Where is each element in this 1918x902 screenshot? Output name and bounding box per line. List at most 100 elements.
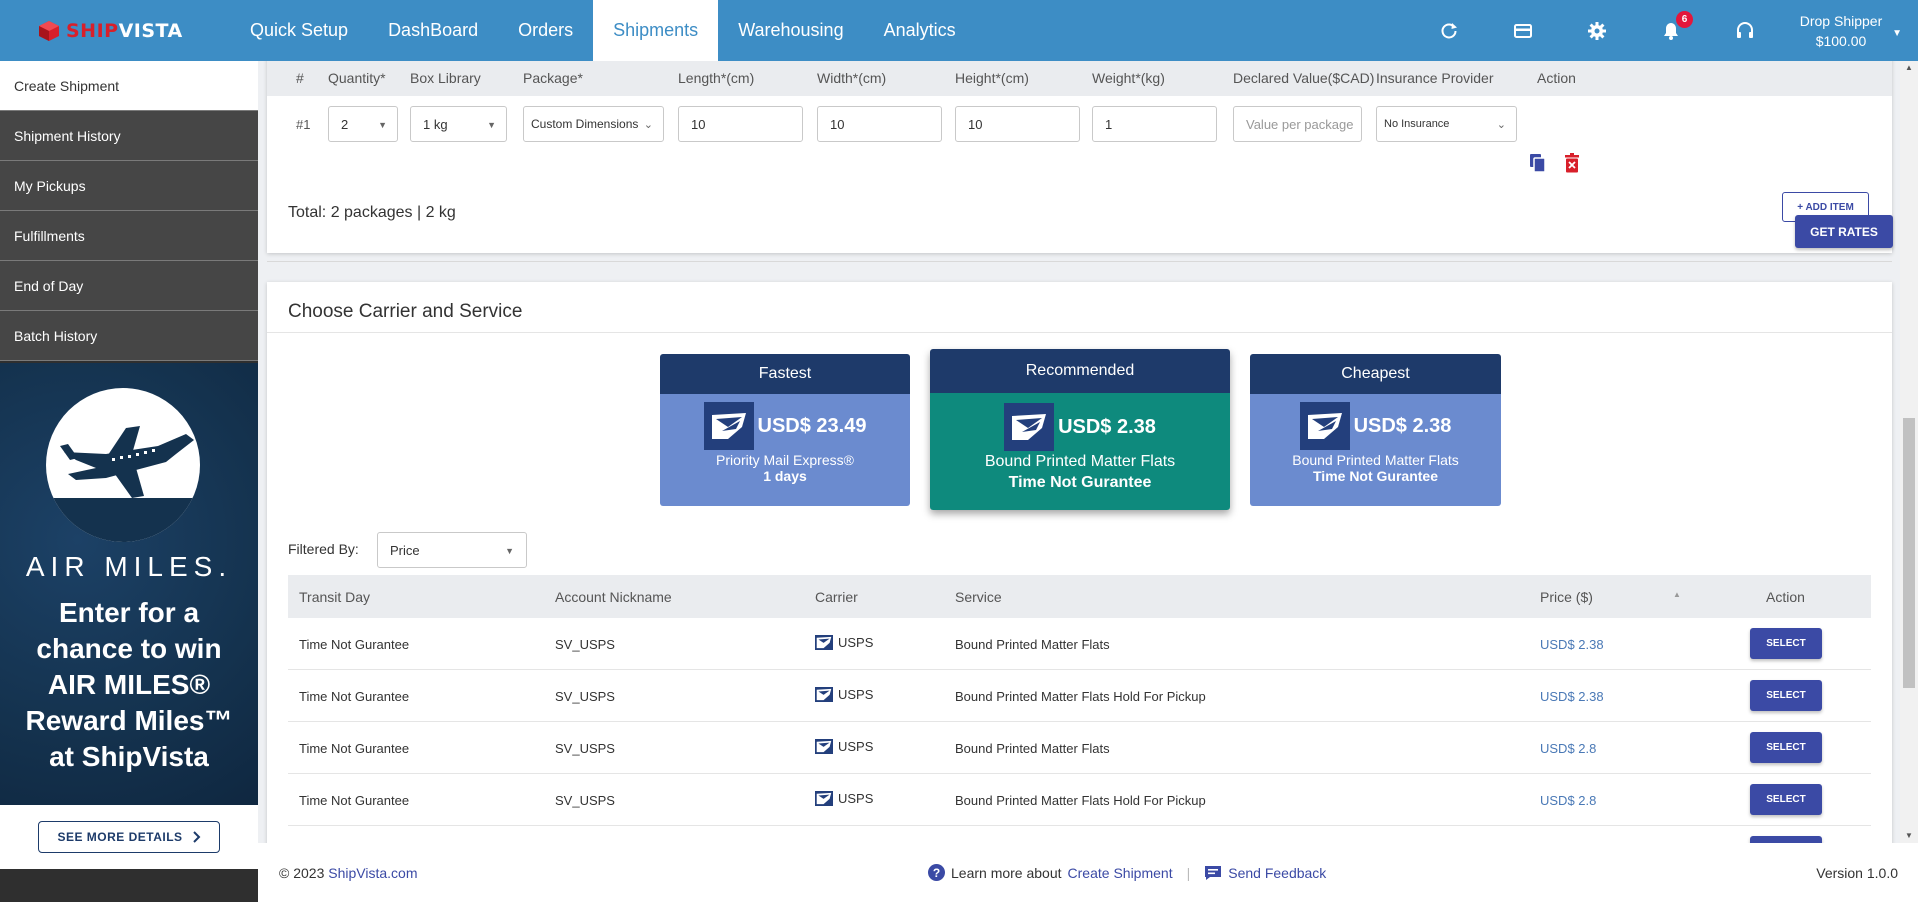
declared-value-input[interactable]: Value per package <box>1233 106 1362 142</box>
sort-asc-icon[interactable]: ▲ <box>1673 590 1681 599</box>
refresh-icon[interactable] <box>1412 0 1486 61</box>
nav-warehousing[interactable]: Warehousing <box>718 0 863 61</box>
shipvista-logo[interactable]: SHIPVISTA <box>0 0 230 61</box>
rates-table-header: Transit Day Account Nickname Carrier Ser… <box>288 575 1871 618</box>
box-library-select[interactable]: 1 kg ▼ <box>410 106 507 142</box>
sidebar-item-batch-history[interactable]: Batch History <box>0 311 258 361</box>
scroll-up-arrow-icon[interactable]: ▲ <box>1905 63 1913 72</box>
rate-row: Time Not Gurantee SV_USPS USPS Bound Printe… <box>288 722 1871 774</box>
usps-logo-icon <box>815 635 833 650</box>
service-name: Bound Printed Matter Flats Hold For Pick… <box>955 793 1206 808</box>
nav-shipments[interactable]: Shipments <box>593 0 719 61</box>
card-icon[interactable] <box>1486 0 1560 61</box>
air-miles-promo-banner[interactable]: AIR MILES. Enter for a chance to win AIR… <box>0 363 258 805</box>
airplane-illustration <box>46 388 200 542</box>
rate-price: USD$ 2.38 <box>1540 637 1604 652</box>
usps-logo-icon <box>815 739 833 754</box>
pick-transit-time: Time Not Gurantee <box>1313 468 1438 484</box>
carrier-cell: USPS <box>815 635 873 650</box>
gear-icon[interactable] <box>1560 0 1634 61</box>
chevron-down-icon: ⌄ <box>643 119 653 131</box>
scroll-down-arrow-icon[interactable]: ▼ <box>1905 831 1913 840</box>
length-input[interactable]: 10 <box>678 106 803 142</box>
carrier-cell: USPS <box>815 791 873 806</box>
height-input[interactable]: 10 <box>955 106 1080 142</box>
usps-logo-icon <box>815 791 833 806</box>
account-name: Drop Shipper <box>1799 12 1883 29</box>
account-menu[interactable]: Drop Shipper $100.00 ▼ <box>1782 11 1918 51</box>
copy-icon[interactable] <box>1527 152 1549 174</box>
footer-help: ? Learn more about Create Shipment | Sen… <box>928 864 1326 881</box>
send-feedback-link[interactable]: Send Feedback <box>1228 865 1326 881</box>
quantity-select[interactable]: 2 ▼ <box>328 106 398 142</box>
account-nickname: SV_USPS <box>555 637 615 652</box>
package-table-header: # Quantity* Box Library Package* Length*… <box>267 61 1892 96</box>
filter-select[interactable]: Price ▼ <box>377 532 527 568</box>
account-nickname: SV_USPS <box>555 741 615 756</box>
sidebar-item-shipment-history[interactable]: Shipment History <box>0 111 258 161</box>
width-input[interactable]: 10 <box>817 106 942 142</box>
sidebar-item-create-shipment[interactable]: Create Shipment <box>0 61 258 111</box>
pick-price: USD$ 2.38 <box>1353 414 1452 437</box>
usps-logo-icon <box>1004 403 1055 451</box>
transit-day: Time Not Gurantee <box>299 793 410 808</box>
account-balance: $100.00 <box>1815 32 1867 49</box>
select-rate-button[interactable]: SELECT <box>1750 784 1822 815</box>
recommended-option-card[interactable]: Recommended USD$ 2.38 Bound Printed Matt… <box>930 349 1230 510</box>
package-total: Total: 2 packages | 2 kg <box>288 204 456 221</box>
sidebar-item-my-pickups[interactable]: My Pickups <box>0 161 258 211</box>
create-shipment-help-link[interactable]: Create Shipment <box>1068 865 1173 881</box>
transit-day: Time Not Gurantee <box>299 689 410 704</box>
select-rate-button[interactable]: SELECT <box>1750 628 1822 659</box>
page-scrollbar[interactable]: ▲ ▼ <box>1900 61 1918 843</box>
service-name: Bound Printed Matter Flats <box>955 637 1110 652</box>
fastest-option-card[interactable]: Fastest USD$ 23.49 Priority Mail Express… <box>660 354 910 506</box>
headset-icon[interactable] <box>1708 0 1782 61</box>
nav-dashboard[interactable]: DashBoard <box>368 0 498 61</box>
chevron-down-icon: ⌄ <box>1496 119 1506 131</box>
section-divider <box>267 261 1892 262</box>
page-footer: © 2023 ShipVista.com ? Learn more about … <box>258 843 1918 902</box>
package-details-card: # Quantity* Box Library Package* Length*… <box>267 61 1892 253</box>
rate-row: Time Not GuranteeSV_USPSUSPSSELECT <box>288 826 1871 843</box>
cheapest-option-card[interactable]: Cheapest USD$ 2.38 Bound Printed Matter … <box>1250 354 1501 506</box>
usps-logo-icon <box>703 402 754 450</box>
scrollbar-thumb[interactable] <box>1903 418 1915 688</box>
carrier-cell: USPS <box>815 739 873 754</box>
get-rates-button[interactable]: GET RATES <box>1795 215 1893 248</box>
nav-analytics[interactable]: Analytics <box>864 0 976 61</box>
sidebar-item-end-of-day[interactable]: End of Day <box>0 261 258 311</box>
transit-day: Time Not Gurantee <box>299 741 410 756</box>
see-more-details-button[interactable]: SEE MORE DETAILS <box>38 821 220 853</box>
bell-icon[interactable]: 6 <box>1634 0 1708 61</box>
rate-price: USD$ 2.8 <box>1540 793 1597 808</box>
logo-cube-icon <box>39 20 59 41</box>
sidebar: Create Shipment Shipment History My Pick… <box>0 61 258 902</box>
filter-label: Filtered By: <box>288 541 359 557</box>
rate-row: Time Not Gurantee SV_USPS USPS Bound Printe… <box>288 670 1871 722</box>
select-rate-button[interactable]: SELECT <box>1750 836 1822 843</box>
top-navbar: SHIPVISTA Quick Setup DashBoard Orders S… <box>0 0 1918 61</box>
carrier-service-card: Choose Carrier and Service Fastest USD$ … <box>267 282 1892 843</box>
package-row-number: #1 <box>296 117 311 132</box>
pick-service: Bound Printed Matter Flats <box>1292 452 1459 468</box>
delete-icon[interactable] <box>1561 152 1583 174</box>
insurance-provider-select[interactable]: No Insurance ⌄ <box>1376 106 1517 142</box>
rates-table: Transit Day Account Nickname Carrier Ser… <box>288 575 1871 843</box>
package-type-select[interactable]: Custom Dimensions ⌄ <box>523 106 664 142</box>
select-rate-button[interactable]: SELECT <box>1750 732 1822 763</box>
feedback-icon <box>1205 865 1222 880</box>
sidebar-item-fulfillments[interactable]: Fulfillments <box>0 211 258 261</box>
nav-quick-setup[interactable]: Quick Setup <box>230 0 368 61</box>
price-column-header[interactable]: Price ($) <box>1540 589 1593 605</box>
pick-transit-time: 1 days <box>763 468 807 484</box>
shipvista-link[interactable]: ShipVista.com <box>328 865 417 881</box>
nav-orders[interactable]: Orders <box>498 0 593 61</box>
chevron-right-icon <box>192 831 200 843</box>
copyright: © 2023 ShipVista.com <box>279 864 418 881</box>
weight-input[interactable]: 1 <box>1092 106 1217 142</box>
select-rate-button[interactable]: SELECT <box>1750 680 1822 711</box>
promo-footer: SEE MORE DETAILS <box>0 805 258 869</box>
main-content: # Quantity* Box Library Package* Length*… <box>258 61 1918 843</box>
caret-down-icon: ▼ <box>487 120 496 130</box>
